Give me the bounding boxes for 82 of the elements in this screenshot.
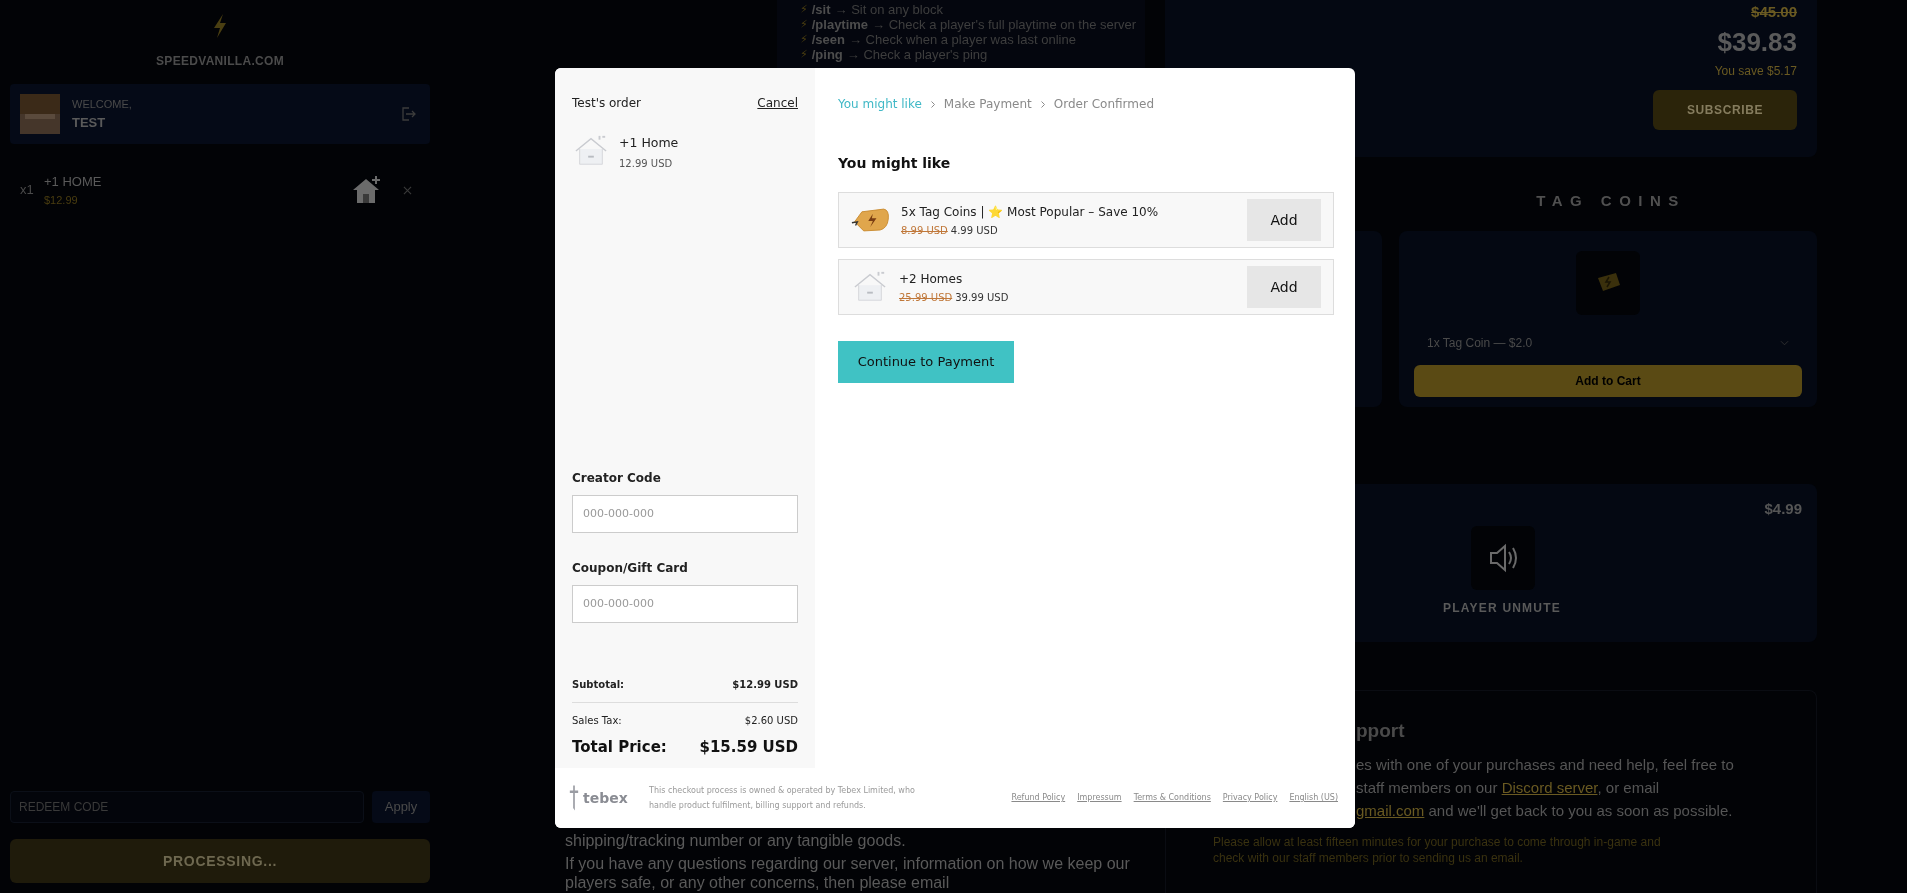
command-name: /sit — [811, 2, 831, 17]
field-label: Creator Code — [572, 469, 662, 487]
total-label: Total Price: — [572, 736, 667, 758]
subtotal-label: Subtotal: — [572, 677, 625, 692]
step-link[interactable]: You might like — [838, 95, 922, 113]
paragraph-text: shipping/tracking number or any tangible goods. — [565, 831, 907, 850]
product-name: 5x Tag Coins | ⭐ Most Popular – Save 10% — [901, 203, 1160, 221]
step-link[interactable]: Make Payment — [943, 95, 1032, 113]
lightning-symbol: ⚡ — [800, 17, 808, 32]
brand-name: tebex — [583, 788, 628, 808]
command-description: → Check when a player was last online — [849, 32, 1076, 47]
avatar-icon — [20, 94, 60, 134]
footer-link[interactable]: Refund Policy — [1011, 792, 1066, 804]
price: 4.99 USD — [950, 223, 998, 238]
tag-coin-icon — [851, 206, 891, 234]
command-name: /ping — [811, 47, 843, 62]
tax-value: $2.60 USD — [744, 713, 798, 728]
site-name: SPEEDVANILLA.COM — [156, 53, 284, 70]
section-heading: TAG COINS — [1536, 191, 1686, 211]
processing-button[interactable]: PROCESSING... — [10, 839, 430, 883]
tax-label: Sales Tax: — [572, 713, 622, 728]
code-field[interactable]: 000-000-000 — [572, 494, 798, 533]
product-name: +2 Homes — [899, 270, 964, 288]
code-field[interactable]: 000-000-000 — [572, 584, 798, 623]
subtotal-value: $12.99 USD — [732, 677, 798, 692]
link[interactable]: gmail.com — [1356, 801, 1425, 819]
paragraph-text: If you have any questions regarding our server, information on how we keep our players safe, or any other concerns, then please email — [565, 854, 1131, 892]
chevron-down-icon — [1780, 339, 1789, 346]
savings-text: You save $5.17 — [1714, 63, 1797, 80]
logout-icon[interactable] — [400, 106, 416, 122]
username: TEST — [72, 113, 107, 132]
footer-notice: This checkout process is owned & operated by Tebex Limited, who handle product fulfilment, billing support and refunds. — [649, 785, 916, 812]
support-text: gmail.com and we'll get back to you as soon as possible. — [1356, 800, 1734, 821]
old-price: $45.00 — [1751, 2, 1797, 22]
footer-link[interactable]: English (US) — [1289, 792, 1338, 804]
tag-coin-icon — [1576, 250, 1640, 315]
section-heading: pport — [1356, 718, 1406, 743]
subscribe-button[interactable]: SUBSCRIBE — [1653, 90, 1797, 130]
price: $4.99 — [1764, 498, 1802, 519]
lightning-symbol: ⚡ — [800, 47, 808, 62]
price: 39.99 USD — [955, 290, 1009, 305]
command-name: /seen — [811, 32, 845, 47]
add-to-cart-button[interactable]: Add to Cart — [1414, 364, 1802, 397]
order-title: Test's order — [572, 95, 641, 112]
welcome-label: WELCOME, — [72, 97, 133, 112]
chevron-right-icon — [929, 99, 936, 109]
support-text: es with one of your purchases and need help, feel free to — [1356, 754, 1735, 775]
product-name: PLAYER UNMUTE — [1442, 600, 1562, 616]
item-name: +1 Home — [619, 134, 679, 152]
continue-to-payment-button[interactable]: Continue to Payment — [838, 341, 1014, 383]
price: $39.83 — [1717, 26, 1797, 58]
item-price: 12.99 USD — [619, 156, 674, 171]
footer-link[interactable]: Terms & Conditions — [1133, 792, 1211, 804]
speaker-icon — [1471, 526, 1535, 590]
support-text: staff members on our Discord server, or email — [1356, 777, 1661, 798]
item-price: $12.99 — [44, 192, 79, 208]
old-price: 25.99 USD — [899, 290, 953, 305]
command-description: → Sit on any block — [834, 2, 943, 17]
lightning-logo-icon — [212, 14, 228, 38]
link[interactable]: Discord server — [1501, 778, 1598, 796]
field-label: Coupon/Gift Card — [572, 559, 689, 577]
option-select[interactable]: 1x Tag Coin — $2.0 — [1414, 330, 1802, 355]
apply-button[interactable]: Apply — [372, 791, 430, 823]
cancel-link[interactable]: Cancel — [757, 94, 798, 112]
house-icon — [351, 176, 381, 204]
command-description: → Check a player's ping — [846, 47, 988, 62]
tebex-logo-icon — [569, 784, 579, 812]
section-heading: You might like — [838, 154, 952, 173]
footer-link[interactable]: Privacy Policy — [1222, 792, 1278, 804]
command-name: /playtime — [811, 17, 869, 32]
chevron-right-icon — [1039, 99, 1046, 109]
item-name: +1 HOME — [44, 173, 103, 191]
step-link[interactable]: Order Confirmed — [1053, 95, 1155, 113]
add-button[interactable]: Add — [1247, 199, 1321, 241]
total-value: $15.59 USD — [699, 736, 798, 758]
lightning-symbol: ⚡ — [800, 32, 808, 47]
old-price: 8.99 USD — [901, 223, 948, 238]
close-icon[interactable] — [403, 185, 412, 195]
footer-link[interactable]: Impressum — [1077, 792, 1122, 804]
add-button[interactable]: Add — [1247, 266, 1321, 308]
quantity: x1 — [20, 181, 35, 200]
lightning-symbol: ⚡ — [800, 2, 808, 17]
